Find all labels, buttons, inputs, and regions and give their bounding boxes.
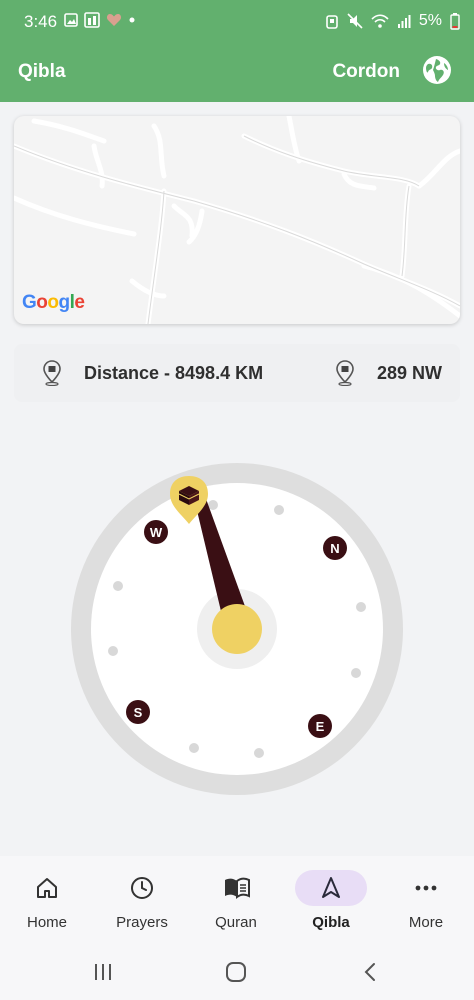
gallery-icon [84, 12, 100, 28]
system-navigation-bar [0, 946, 474, 1000]
location-name[interactable]: Cordon [332, 61, 400, 83]
google-logo-letter: G [22, 292, 37, 313]
nav-quran-label: Quran [215, 914, 257, 931]
nav-more-label: More [408, 914, 444, 931]
alarm-icon [326, 15, 338, 29]
cardinal-s-marker: S [126, 700, 150, 724]
direction-text: 289 NW [376, 362, 442, 383]
book-icon [225, 877, 250, 899]
home-circle-icon[interactable] [225, 961, 247, 983]
google-logo-letter: o [36, 292, 48, 313]
back-icon[interactable] [360, 961, 382, 983]
qibla-info-row: Distance - 8498.4 KM 289 NW [14, 344, 460, 402]
mute-icon [347, 13, 363, 29]
cardinal-n-label: N [330, 541, 339, 556]
cardinal-e-marker: E [308, 714, 332, 738]
navigation-arrow-icon [322, 877, 340, 898]
nav-home[interactable]: Home [2, 870, 92, 940]
home-icon [37, 878, 57, 898]
dot-icon [129, 17, 135, 23]
bottom-navigation: Home Prayers Quran Qibla More [0, 856, 474, 946]
google-logo: Google [22, 292, 85, 314]
heart-icon [106, 14, 122, 26]
nav-qibla[interactable]: Qibla [286, 870, 376, 940]
more-dots-icon [415, 885, 437, 891]
qibla-compass: N E S W [70, 462, 404, 796]
location-pin-icon [336, 360, 354, 386]
globe-icon[interactable] [422, 55, 452, 85]
clock-icon [131, 877, 153, 899]
cardinal-w-marker: W [144, 520, 168, 544]
nav-quran[interactable]: Quran [191, 870, 281, 940]
status-bar: 3:46 5% [0, 0, 474, 44]
compass-graphic: N E S W [71, 463, 403, 795]
nav-more[interactable]: More [381, 870, 471, 940]
google-logo-letter: g [58, 292, 71, 313]
cardinal-e-label: E [316, 719, 325, 734]
location-pin-icon [43, 360, 61, 386]
nav-prayers[interactable]: Prayers [97, 870, 187, 940]
signal-icon [397, 15, 411, 28]
nav-qibla-label: Qibla [312, 914, 350, 931]
nav-prayers-label: Prayers [116, 914, 168, 931]
google-logo-letter: o [47, 292, 59, 313]
map-view[interactable]: Google [14, 116, 460, 324]
cardinal-w-label: W [150, 525, 163, 540]
distance-text: Distance - 8498.4 KM [84, 362, 264, 383]
page-title: Qibla [18, 61, 66, 82]
google-logo-letter: e [74, 292, 85, 313]
app-bar: Qibla Cordon [0, 44, 474, 102]
distance-info: Distance - 8498.4 KM [42, 360, 263, 386]
notification-icons [64, 12, 136, 28]
status-time: 3:46 [24, 12, 58, 31]
battery-icon [450, 12, 460, 30]
wifi-icon [371, 13, 389, 28]
recents-icon[interactable] [92, 961, 114, 983]
image-icon [64, 13, 78, 27]
battery-percent: 5% [418, 12, 442, 29]
cardinal-n-marker: N [323, 536, 347, 560]
direction-info: 289 NW [335, 360, 442, 386]
nav-home-label: Home [26, 914, 67, 931]
system-status-icons: 5% [325, 12, 460, 30]
cardinal-s-label: S [134, 705, 143, 720]
compass-center [212, 604, 262, 654]
